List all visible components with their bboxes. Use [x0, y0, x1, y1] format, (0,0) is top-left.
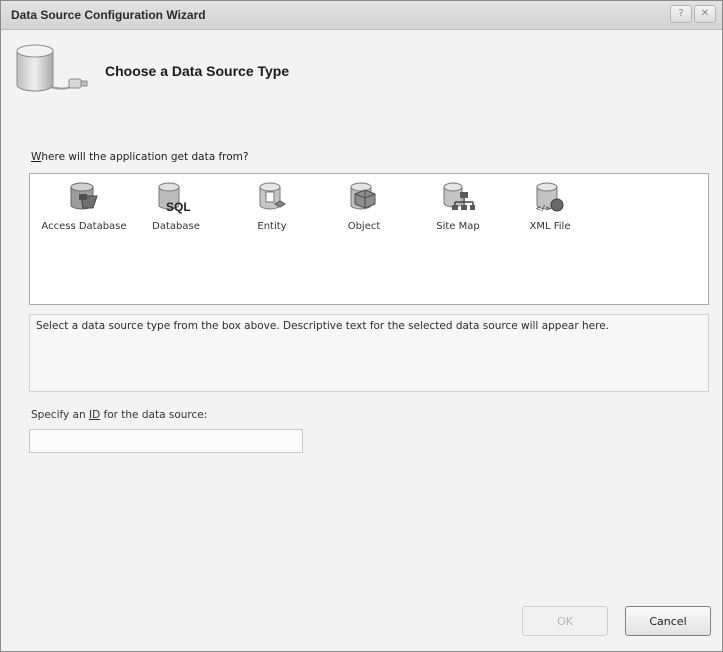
type-object[interactable]: Object: [318, 180, 410, 234]
id-label-accelerator: ID: [88, 409, 101, 421]
xml-file-icon: </>: [536, 182, 564, 213]
type-label: Entity: [257, 221, 287, 232]
database-wizard-icon: [16, 44, 88, 92]
title-bar[interactable]: Data Source Configuration Wizard ? ✕: [1, 1, 722, 30]
type-label: Object: [347, 221, 381, 232]
id-label-prefix: Specify an: [31, 409, 89, 421]
type-database[interactable]: SQL Database: [130, 180, 222, 234]
data-source-id-input[interactable]: [29, 429, 303, 453]
id-label-suffix: for the data source:: [100, 409, 208, 421]
type-access-database[interactable]: Access Database: [38, 180, 130, 234]
svg-text:</>: </>: [536, 204, 551, 213]
type-xml-file[interactable]: </> XML File: [504, 180, 596, 234]
type-label: Access Database: [41, 221, 127, 232]
title-bar-buttons: ? ✕: [670, 5, 716, 23]
id-field-label: Specify an ID for the data source:: [31, 409, 207, 421]
sql-database-icon: SQL: [158, 182, 191, 214]
close-button[interactable]: ✕: [694, 5, 716, 23]
data-source-question: Where will the application get data from…: [31, 151, 248, 163]
svg-text:SQL: SQL: [166, 200, 191, 214]
cancel-button[interactable]: Cancel: [625, 606, 711, 636]
page-title: Choose a Data Source Type: [105, 63, 290, 79]
ok-button[interactable]: OK: [522, 606, 608, 636]
type-label: Site Map: [436, 221, 480, 232]
wizard-window: Data Source Configuration Wizard ? ✕ Cho…: [0, 0, 723, 652]
type-label: XML File: [529, 221, 571, 232]
entity-icon: [259, 182, 286, 210]
site-map-icon: [443, 182, 475, 210]
object-icon: [350, 182, 376, 210]
access-database-icon: [70, 182, 98, 210]
data-source-description: Select a data source type from the box a…: [29, 314, 709, 392]
help-button[interactable]: ?: [670, 5, 692, 23]
data-source-type-list[interactable]: Access Database SQL Database Entity Obje…: [29, 173, 709, 305]
question-text: here will the application get data from?: [41, 151, 249, 163]
type-label: Database: [152, 221, 200, 232]
window-title: Data Source Configuration Wizard: [11, 8, 206, 22]
type-entity[interactable]: Entity: [226, 180, 318, 234]
type-site-map[interactable]: Site Map: [412, 180, 504, 234]
question-accelerator: W: [31, 151, 42, 163]
